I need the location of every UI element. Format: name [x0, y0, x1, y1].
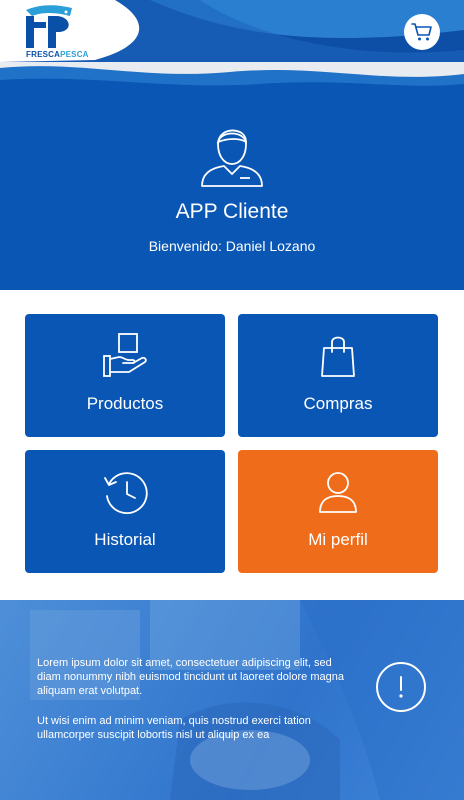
user-avatar-icon [201, 129, 263, 187]
compras-label: Compras [303, 394, 373, 413]
shopping-bag-icon [321, 336, 355, 377]
welcome-message: Bienvenido: Daniel Lozano [148, 238, 316, 254]
cart-button[interactable] [404, 14, 440, 50]
productos-label: Productos [86, 394, 164, 413]
productos-tile[interactable]: Productos [25, 314, 225, 437]
cart-icon [411, 23, 432, 41]
historial-label: Historial [94, 530, 156, 549]
brand-name: FRESCAPESCA [26, 50, 89, 59]
historial-tile[interactable]: Historial [25, 450, 225, 573]
info-paragraph-1: Lorem ipsum dolor sit amet, consectetuer… [37, 657, 344, 697]
info-text: Lorem ipsum dolor sit amet, consectetuer… [37, 656, 357, 742]
info-button[interactable] [376, 662, 426, 712]
hero-section: APP Cliente Bienvenido: Daniel Lozano [0, 92, 464, 290]
app-header: FRESCAPESCA [0, 0, 464, 92]
mi-perfil-label: Mi perfil [308, 530, 368, 549]
profile-icon [319, 472, 357, 513]
history-clock-icon [104, 472, 148, 515]
compras-tile[interactable]: Compras [238, 314, 438, 437]
page-title: APP Cliente [175, 200, 289, 223]
mi-perfil-tile[interactable]: Mi perfil [238, 450, 438, 573]
info-paragraph-2: Ut wisi enim ad minim veniam, quis nostr… [37, 715, 311, 741]
info-icon [399, 676, 403, 698]
hand-box-icon [103, 333, 147, 377]
